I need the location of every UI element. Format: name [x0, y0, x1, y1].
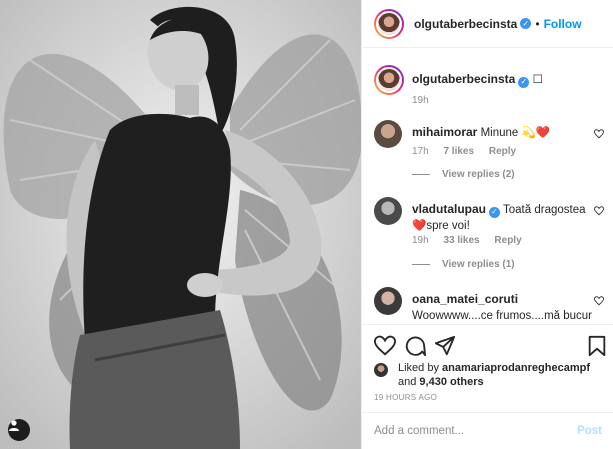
comment-bubble-icon[interactable] [404, 335, 426, 357]
comment-likes[interactable]: 33 likes [443, 235, 479, 246]
caption-username[interactable]: olgutaberbecinsta [412, 72, 515, 86]
comment-item: vladutalupau ✓ Toată dragostea ❤️spre voi… [374, 197, 606, 285]
comment-meta: 19h 33 likes Reply [412, 235, 534, 246]
caption: olgutaberbecinsta ✓ ☐ 19h [374, 65, 606, 125]
photo-illustration [0, 0, 361, 449]
liked-others-count[interactable]: 9,430 others [419, 376, 483, 388]
replies-divider [412, 174, 430, 175]
comment-item: mihaimorar Minune 💫❤️ 17h 7 likes Reply … [374, 120, 606, 195]
comment-avatar[interactable] [374, 197, 402, 225]
like-heart-icon[interactable] [374, 335, 396, 357]
comment-time: 17h [412, 146, 429, 157]
like-comment-heart-icon[interactable] [594, 129, 604, 139]
action-icons [374, 335, 606, 359]
liked-and: and [398, 376, 417, 388]
caption-meta: 19h [412, 95, 441, 106]
comment-item: oana_matei_coruti Woowwww....ce frumos..… [374, 287, 606, 324]
comment-meta: 17h 7 likes Reply [412, 146, 528, 157]
add-comment-input[interactable] [374, 425, 578, 437]
post-timestamp[interactable]: 19 HOURS AGO [374, 393, 437, 402]
comment-reply-button[interactable]: Reply [489, 146, 516, 157]
comment-avatar[interactable] [374, 287, 402, 315]
like-comment-heart-icon[interactable] [594, 296, 604, 306]
verified-badge-icon: ✓ [489, 206, 501, 218]
share-paper-plane-icon[interactable] [434, 335, 456, 357]
liked-by-prefix: Liked by [398, 362, 439, 374]
author-username[interactable]: olgutaberbecinsta [414, 17, 517, 31]
save-bookmark-icon[interactable] [586, 335, 608, 357]
post-sidebar: olgutaberbecinsta ✓ • Follow olgutaberbe… [361, 0, 613, 449]
liked-by-user[interactable]: anamariaprodanreghecampf [442, 362, 590, 374]
author-avatar[interactable] [374, 8, 404, 39]
view-replies-button[interactable]: View replies (1) [412, 259, 515, 270]
comment-composer: Post [362, 412, 613, 449]
comment-likes[interactable]: 7 likes [443, 146, 474, 157]
comments-list[interactable]: olgutaberbecinsta ✓ ☐ 19h mihaimorar Minu… [362, 49, 613, 324]
verified-badge-icon: ✓ [518, 76, 530, 88]
comment-text: Woowwww....ce frumos....mă bucur tare că… [412, 310, 593, 322]
comment-time: 19h [412, 235, 429, 246]
view-replies-label: View replies (1) [442, 259, 515, 270]
comment-username[interactable]: mihaimorar [412, 125, 477, 139]
comment-username[interactable]: vladutalupau [412, 202, 486, 216]
post-photo[interactable] [0, 0, 361, 449]
comment-reply-button[interactable]: Reply [494, 235, 521, 246]
replies-divider [412, 264, 430, 265]
person-icon [9, 420, 19, 431]
view-replies-label: View replies (2) [442, 169, 515, 180]
caption-text: ☐ [532, 74, 543, 86]
view-replies-button[interactable]: View replies (2) [412, 169, 515, 180]
caption-time: 19h [412, 95, 429, 106]
caption-avatar[interactable] [374, 65, 404, 95]
post-header: olgutaberbecinsta ✓ • Follow [362, 0, 613, 48]
follow-button[interactable]: Follow [544, 17, 582, 31]
like-comment-heart-icon[interactable] [594, 206, 604, 216]
comment-avatar[interactable] [374, 120, 402, 148]
liker-avatar[interactable] [374, 363, 388, 377]
verified-badge-icon: ✓ [520, 18, 532, 29]
header-separator: • [535, 16, 540, 31]
post-comment-button[interactable]: Post [577, 425, 602, 437]
comment-username[interactable]: oana_matei_coruti [412, 292, 518, 306]
comment-text: Minune 💫❤️ [480, 127, 551, 139]
user-tag-button[interactable] [8, 419, 30, 441]
